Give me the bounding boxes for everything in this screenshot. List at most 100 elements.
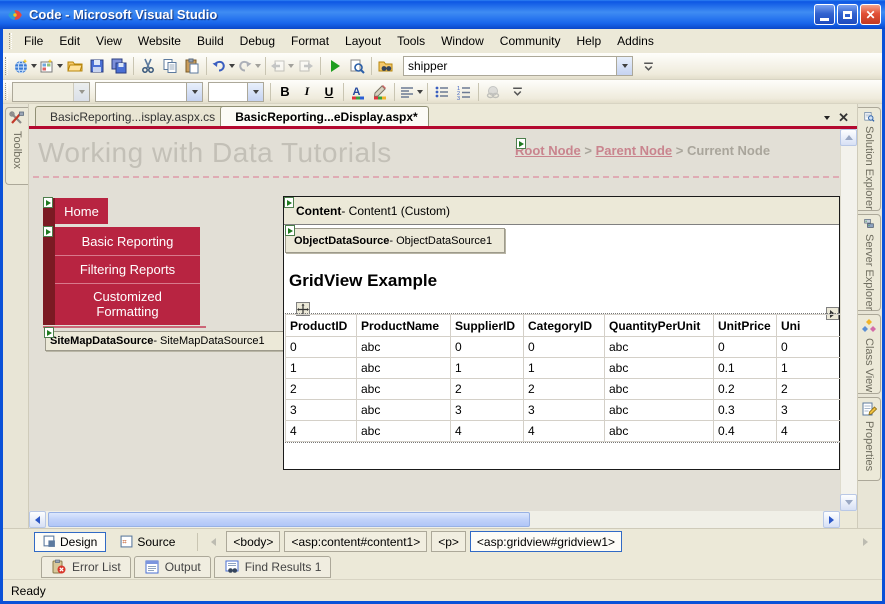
menu-help[interactable]: Help bbox=[568, 31, 609, 51]
grid-cell: 0.4 bbox=[713, 420, 777, 442]
sitemapdatasource-control[interactable]: SiteMapDataSource - SiteMapDataSource1 bbox=[45, 331, 287, 351]
scroll-up-button[interactable] bbox=[840, 129, 857, 146]
tag-asp-gridview[interactable]: <asp:gridview#gridview1> bbox=[469, 531, 622, 552]
menu-layout[interactable]: Layout bbox=[337, 31, 389, 51]
menu-file[interactable]: File bbox=[16, 31, 51, 51]
navigate-forward-button[interactable] bbox=[295, 55, 317, 77]
find-results-tab[interactable]: Find Results 1 bbox=[213, 556, 332, 578]
sitemapdatasource-smart-glyph[interactable] bbox=[44, 327, 54, 338]
combo-dropdown-button[interactable] bbox=[186, 82, 202, 101]
tag-p[interactable]: <p> bbox=[431, 531, 466, 552]
toolbar-overflow-button[interactable] bbox=[506, 81, 528, 103]
design-surface[interactable]: Working with Data Tutorials Root Node > … bbox=[29, 129, 840, 511]
properties-tab[interactable]: Properties bbox=[858, 397, 881, 481]
title-bar[interactable]: Code - Microsoft Visual Studio ✕ bbox=[0, 0, 885, 29]
target-rule-combo[interactable] bbox=[12, 81, 90, 102]
menu-community[interactable]: Community bbox=[492, 31, 569, 51]
source-view-button[interactable]: ⌗ Source bbox=[111, 532, 184, 552]
undo-button[interactable] bbox=[210, 55, 236, 77]
bullet-list-button[interactable] bbox=[431, 81, 453, 103]
menu-website[interactable]: Website bbox=[130, 31, 189, 51]
navigate-back-button[interactable] bbox=[269, 55, 295, 77]
gridview-control[interactable]: ProductID ProductName SupplierID CategoryID… bbox=[285, 313, 840, 443]
save-button[interactable] bbox=[86, 55, 108, 77]
scroll-down-button[interactable] bbox=[840, 494, 857, 511]
align-button[interactable] bbox=[398, 81, 424, 103]
maximize-button[interactable] bbox=[837, 4, 858, 25]
tag-path-scroll-right[interactable] bbox=[858, 532, 872, 552]
font-name-combo[interactable] bbox=[95, 81, 203, 102]
highlight-button[interactable] bbox=[369, 81, 391, 103]
menubar-grip[interactable] bbox=[9, 32, 12, 50]
open-file-button[interactable] bbox=[64, 55, 86, 77]
combo-dropdown-button[interactable] bbox=[73, 82, 89, 101]
menu-window[interactable]: Window bbox=[433, 31, 492, 51]
scroll-left-button[interactable] bbox=[29, 511, 46, 528]
nav-item-basic-reporting[interactable]: Basic Reporting bbox=[55, 227, 200, 255]
server-explorer-tab[interactable]: Server Explorer bbox=[858, 214, 881, 311]
paste-button[interactable] bbox=[181, 55, 203, 77]
error-list-tab[interactable]: Error List bbox=[41, 556, 131, 578]
menu-addins[interactable]: Addins bbox=[609, 31, 662, 51]
solution-explorer-tab[interactable]: Solution Explorer bbox=[858, 107, 881, 211]
design-view-button[interactable]: Design bbox=[34, 531, 107, 552]
menu-view[interactable]: View bbox=[88, 31, 130, 51]
content-placeholder-panel[interactable]: Content - Content1 (Custom) ObjectDataSo… bbox=[283, 196, 840, 470]
tag-body[interactable]: <body> bbox=[226, 531, 281, 552]
content-panel-header[interactable]: Content - Content1 (Custom) bbox=[284, 197, 839, 225]
sitemappath-smart-glyph[interactable] bbox=[516, 138, 526, 149]
start-debugging-button[interactable] bbox=[324, 55, 346, 77]
nav-item-customized-formatting[interactable]: Customized Formatting bbox=[55, 283, 200, 324]
bold-button[interactable]: B bbox=[274, 81, 296, 103]
minimize-button[interactable] bbox=[814, 4, 835, 25]
find-button[interactable] bbox=[346, 55, 368, 77]
copy-button[interactable] bbox=[159, 55, 181, 77]
scrollbar-thumb[interactable] bbox=[48, 512, 530, 527]
tab-list-dropdown-icon[interactable] bbox=[824, 116, 831, 120]
content-smart-glyph[interactable] bbox=[284, 197, 294, 208]
find-combo-value[interactable]: shipper bbox=[404, 59, 616, 73]
numbered-list-button[interactable]: 123 bbox=[453, 81, 475, 103]
objectdatasource-control[interactable]: ObjectDataSource - ObjectDataSource1 bbox=[285, 228, 505, 253]
tab-basicreporting-cs[interactable]: BasicReporting...isplay.aspx.cs bbox=[35, 106, 227, 126]
menu-format[interactable]: Format bbox=[283, 31, 337, 51]
nav-item-filtering-reports[interactable]: Filtering Reports bbox=[55, 255, 200, 283]
nav-item-home[interactable]: Home bbox=[55, 198, 108, 224]
vertical-scrollbar[interactable] bbox=[840, 129, 857, 511]
tag-asp-content[interactable]: <asp:content#content1> bbox=[284, 531, 428, 552]
combo-dropdown-button[interactable] bbox=[247, 82, 263, 101]
menu-debug[interactable]: Debug bbox=[232, 31, 283, 51]
cut-button[interactable] bbox=[137, 55, 159, 77]
find-combo[interactable]: shipper bbox=[403, 56, 633, 76]
toolbox-tab[interactable]: Toolbox bbox=[5, 107, 28, 185]
combo-dropdown-button[interactable] bbox=[616, 57, 632, 75]
class-view-tab[interactable]: Class View bbox=[858, 314, 881, 394]
tab-basicreporting-aspx[interactable]: BasicReporting...eDisplay.aspx* bbox=[220, 106, 429, 126]
font-color-button[interactable]: A bbox=[347, 81, 369, 103]
find-in-files-button[interactable] bbox=[375, 55, 397, 77]
new-website-button[interactable] bbox=[12, 55, 38, 77]
objectdatasource-smart-glyph[interactable] bbox=[285, 225, 295, 236]
menu-smart-glyph[interactable] bbox=[43, 226, 53, 237]
breadcrumb-parent-link[interactable]: Parent Node bbox=[596, 143, 673, 158]
menu-build[interactable]: Build bbox=[189, 31, 232, 51]
redo-button[interactable] bbox=[236, 55, 262, 77]
hyperlink-button[interactable] bbox=[482, 81, 504, 103]
font-size-combo[interactable] bbox=[208, 81, 264, 102]
toolbar-grip[interactable] bbox=[5, 83, 8, 100]
menu-smart-glyph[interactable] bbox=[43, 197, 53, 208]
close-button[interactable]: ✕ bbox=[860, 4, 881, 25]
close-document-icon[interactable]: ✕ bbox=[838, 110, 849, 126]
italic-button[interactable]: I bbox=[296, 81, 318, 103]
menu-edit[interactable]: Edit bbox=[51, 31, 88, 51]
toolbar-overflow-button[interactable] bbox=[637, 55, 659, 77]
add-new-item-button[interactable] bbox=[38, 55, 64, 77]
scroll-right-button[interactable] bbox=[823, 511, 840, 528]
toolbar-grip[interactable] bbox=[5, 56, 8, 76]
underline-button[interactable]: U bbox=[318, 81, 340, 103]
tag-path-scroll-left[interactable] bbox=[206, 532, 220, 552]
menu-tools[interactable]: Tools bbox=[389, 31, 433, 51]
save-all-button[interactable] bbox=[108, 55, 130, 77]
horizontal-scrollbar[interactable] bbox=[29, 511, 840, 528]
output-tab[interactable]: Output bbox=[133, 556, 211, 578]
